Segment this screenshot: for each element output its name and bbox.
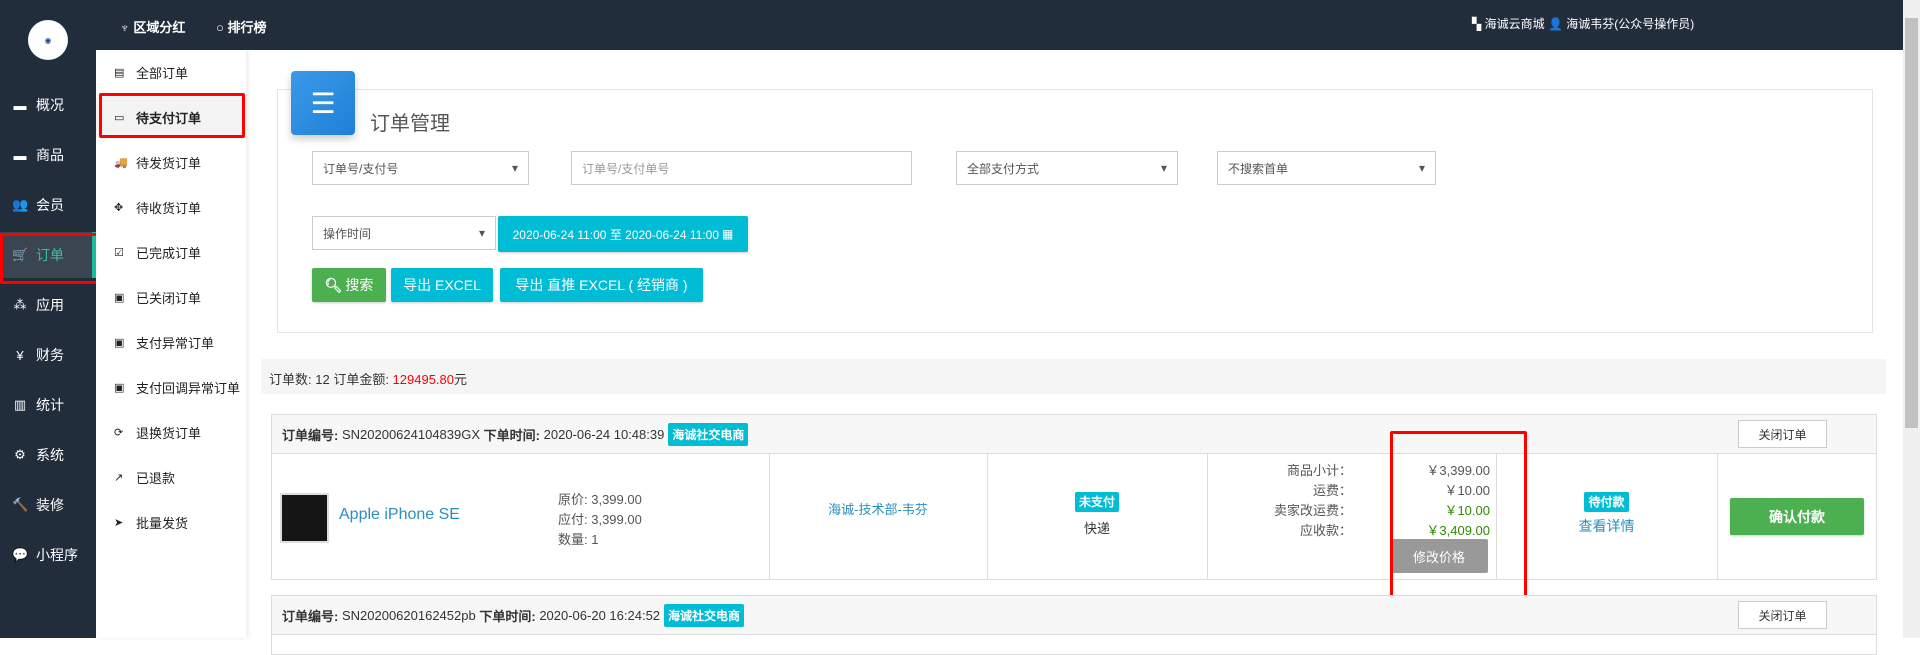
submenu-icon: ↗ [114,471,124,484]
nav-cloud-mall[interactable]: ▚ 海诚云商城 [1472,15,1545,32]
submenu-icon: ▤ [114,66,125,79]
highlight-box [0,233,102,284]
product-name-link[interactable]: Apple iPhone SE [339,506,460,524]
sidebar-icon: ▥ [13,397,27,412]
submenu-item[interactable]: 🚚 待发货订单 [96,142,246,182]
sidebar-icon: ⚙ [14,447,26,462]
grid-icon: ▚ [1472,17,1485,31]
sidebar-item[interactable]: 💬 小程序 [0,532,96,578]
pay-status-badge: 未支付 [1074,492,1119,512]
sidebar-icon: ▬ [13,147,27,163]
submenu-icon: ▣ [114,291,125,304]
order-summary: 订单数: 12 订单金额: 129495.80元 [261,359,1886,394]
caret-down-icon: ▾ [478,226,485,240]
logo[interactable]: ◉ [28,20,68,60]
submenu-item[interactable]: ↗ 已退款 [96,457,246,497]
submenu-item[interactable]: ✥ 待收货订单 [96,187,246,227]
user-icon: 👤 [1548,17,1567,31]
submenu-item[interactable]: ▤ 全部订单 [96,52,246,92]
close-order-button[interactable]: 关闭订单 [1738,420,1827,448]
submenu-icon: ✥ [114,201,124,214]
submenu-icon: ☑ [114,246,124,259]
order-header: 订单编号: SN20200620162452pb 下单时间: 2020-06-2… [272,596,1876,635]
sidebar-item[interactable]: ⚙ 系统 [0,432,96,478]
caret-down-icon: ▾ [511,161,518,175]
submenu-item[interactable]: ☑ 已完成订单 [96,232,246,272]
date-range-picker[interactable]: 2020-06-24 11:00 至 2020-06-24 11:00 ▦ [498,216,748,252]
nav-region-dividend[interactable]: ♆ 区域分红 [120,17,185,36]
sidebar-icon: 🔨 [12,497,29,512]
trophy-icon: ♆ [120,20,134,35]
sidebar-icon: 💬 [12,547,29,562]
calendar-icon: ▦ [722,227,734,241]
search-type-select[interactable]: 订单号/支付号 ▾ [312,151,529,185]
highlight-box [99,93,245,138]
sidebar-icon: ¥ [16,347,24,363]
order-no-input[interactable]: 订单号/支付单号 [571,151,912,185]
order-header: 订单编号: SN20200624104839GX 下单时间: 2020-06-2… [272,415,1876,454]
staff-link[interactable]: 海诚-技术部-韦芬 [769,499,987,518]
shop-badge: 海诚社交电商 [668,422,749,446]
page-title: 订单管理 [370,113,450,135]
submenu-item[interactable]: ▣ 支付回调异常订单 [96,367,246,407]
close-order-button[interactable]: 关闭订单 [1738,601,1827,629]
order-card: 订单编号: SN20200620162452pb 下单时间: 2020-06-2… [271,595,1877,655]
shop-badge: 海诚社交电商 [664,603,745,627]
submenu-icon: 🚚 [114,156,128,169]
submenu-item[interactable]: ▣ 支付异常订单 [96,322,246,362]
sidebar-icon: ▬ [13,97,27,113]
highlight-box [1390,431,1527,604]
time-type-select[interactable]: 操作时间 ▾ [312,216,496,250]
nav-ranking[interactable]: ○ 排行榜 [216,17,266,36]
first-order-select[interactable]: 不搜索首单 ▾ [1217,151,1436,185]
submenu-item[interactable]: ⟳ 退换货订单 [96,412,246,452]
view-detail-link[interactable]: 查看详情 [1496,516,1717,536]
sidebar-icon: 👥 [12,197,29,212]
sidebar-item[interactable]: ▬ 概况 [0,82,96,128]
search-icon: 🔍︎ [324,276,343,293]
order-status-badge: 待付款 [1584,492,1629,512]
submenu-icon: ▣ [114,381,125,394]
sidebar-item[interactable]: ▥ 统计 [0,382,96,428]
user-menu[interactable]: 👤 海诚韦芬(公众号操作员) [1548,15,1694,32]
product-thumbnail[interactable] [280,493,329,543]
submenu-item[interactable]: ➤ 批量发货 [96,502,246,542]
circle-icon: ○ [216,20,228,35]
submenu-icon: ⟳ [114,426,124,439]
status-cell: 待付款 查看详情 [1496,492,1717,536]
payment-cell: 未支付 快递 [987,492,1207,537]
export-excel-button[interactable]: 导出 EXCEL [391,268,493,302]
caret-down-icon: ▾ [1418,161,1425,175]
sidebar-item[interactable]: 🔨 装修 [0,482,96,528]
submenu-icon: ▣ [114,336,125,349]
submenu-item[interactable]: ▣ 已关闭订单 [96,277,246,317]
export-direct-excel-button[interactable]: 导出 直推 EXCEL ( 经销商 ) [500,268,703,302]
sidebar-item[interactable]: ▬ 商品 [0,132,96,178]
confirm-payment-button[interactable]: 确认付款 [1730,498,1864,535]
sidebar-item[interactable]: ⁂ 应用 [0,282,96,328]
price-info: 原价: 3,399.00 应付: 3,399.00 数量: 1 [558,492,642,547]
pay-method-select[interactable]: 全部支付方式 ▾ [956,151,1178,185]
scrollbar-thumb[interactable] [1905,18,1918,428]
search-button[interactable]: 🔍︎ 搜索 [312,268,386,302]
submenu-icon: ➤ [114,516,124,529]
sidebar-icon: ⁂ [13,297,27,312]
caret-down-icon: ▾ [1160,161,1167,175]
sidebar-item[interactable]: ¥ 财务 [0,332,96,378]
sidebar-item[interactable]: 👥 会员 [0,182,96,228]
menu-icon: ☰ [291,71,355,135]
